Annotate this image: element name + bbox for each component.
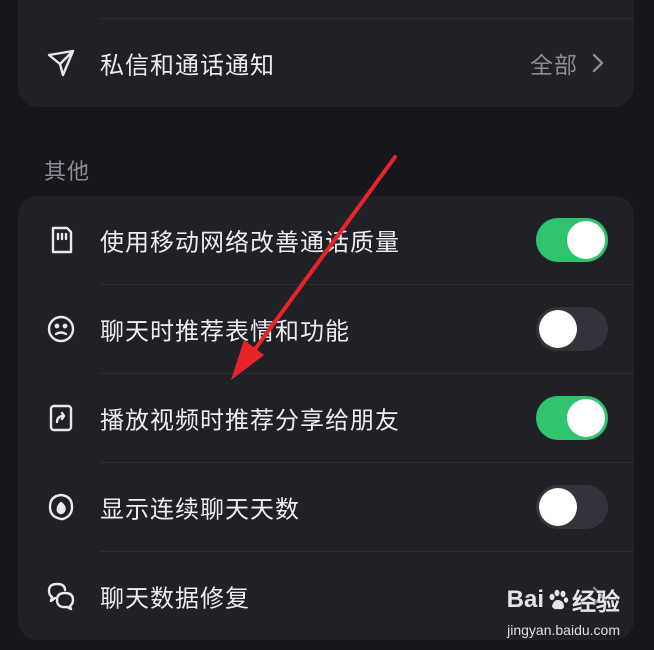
settings-row-mobile-network[interactable]: 使用移动网络改善通话质量 <box>18 196 634 284</box>
other-settings-card: 使用移动网络改善通话质量 聊天时推荐表情和功能 播放视频时推荐分享给朋友 显示连… <box>18 196 634 640</box>
chat-repair-icon <box>44 579 78 613</box>
settings-row-share-video[interactable]: 播放视频时推荐分享给朋友 <box>18 374 634 462</box>
toggle-knob <box>539 488 577 526</box>
row-label: 私信和通话通知 <box>100 51 275 80</box>
toggle-knob <box>567 399 605 437</box>
row-value: 全部 <box>530 53 578 79</box>
settings-row-emoji-recommend[interactable]: 聊天时推荐表情和功能 <box>18 285 634 373</box>
row-label: 使用移动网络改善通话质量 <box>100 228 400 257</box>
toggle-knob <box>539 310 577 348</box>
row-label: 聊天数据修复 <box>100 584 250 613</box>
message-call-notification-row[interactable]: 私信和通话通知 全部 <box>18 19 634 107</box>
row-label: 播放视频时推荐分享给朋友 <box>100 406 400 435</box>
mobile-network-toggle[interactable] <box>536 218 608 262</box>
share-video-toggle[interactable] <box>536 396 608 440</box>
settings-row-chat-data-repair[interactable]: 聊天数据修复 <box>18 552 634 640</box>
notification-settings-card: 私信和通话通知 全部 <box>18 0 634 107</box>
chat-streak-toggle[interactable] <box>536 485 608 529</box>
emoji-recommend-toggle[interactable] <box>536 307 608 351</box>
toggle-knob <box>567 221 605 259</box>
row-label: 显示连续聊天天数 <box>100 495 300 524</box>
sim-card-icon <box>44 223 78 257</box>
emoji-face-icon <box>44 312 78 346</box>
chevron-right-icon <box>590 585 606 607</box>
section-title: 其他 <box>44 160 91 185</box>
paper-plane-icon <box>44 46 78 80</box>
share-video-icon <box>44 401 78 435</box>
settings-row-chat-streak[interactable]: 显示连续聊天天数 <box>18 463 634 551</box>
row-label: 聊天时推荐表情和功能 <box>100 317 350 346</box>
flame-icon <box>44 490 78 524</box>
chevron-right-icon <box>590 52 606 74</box>
